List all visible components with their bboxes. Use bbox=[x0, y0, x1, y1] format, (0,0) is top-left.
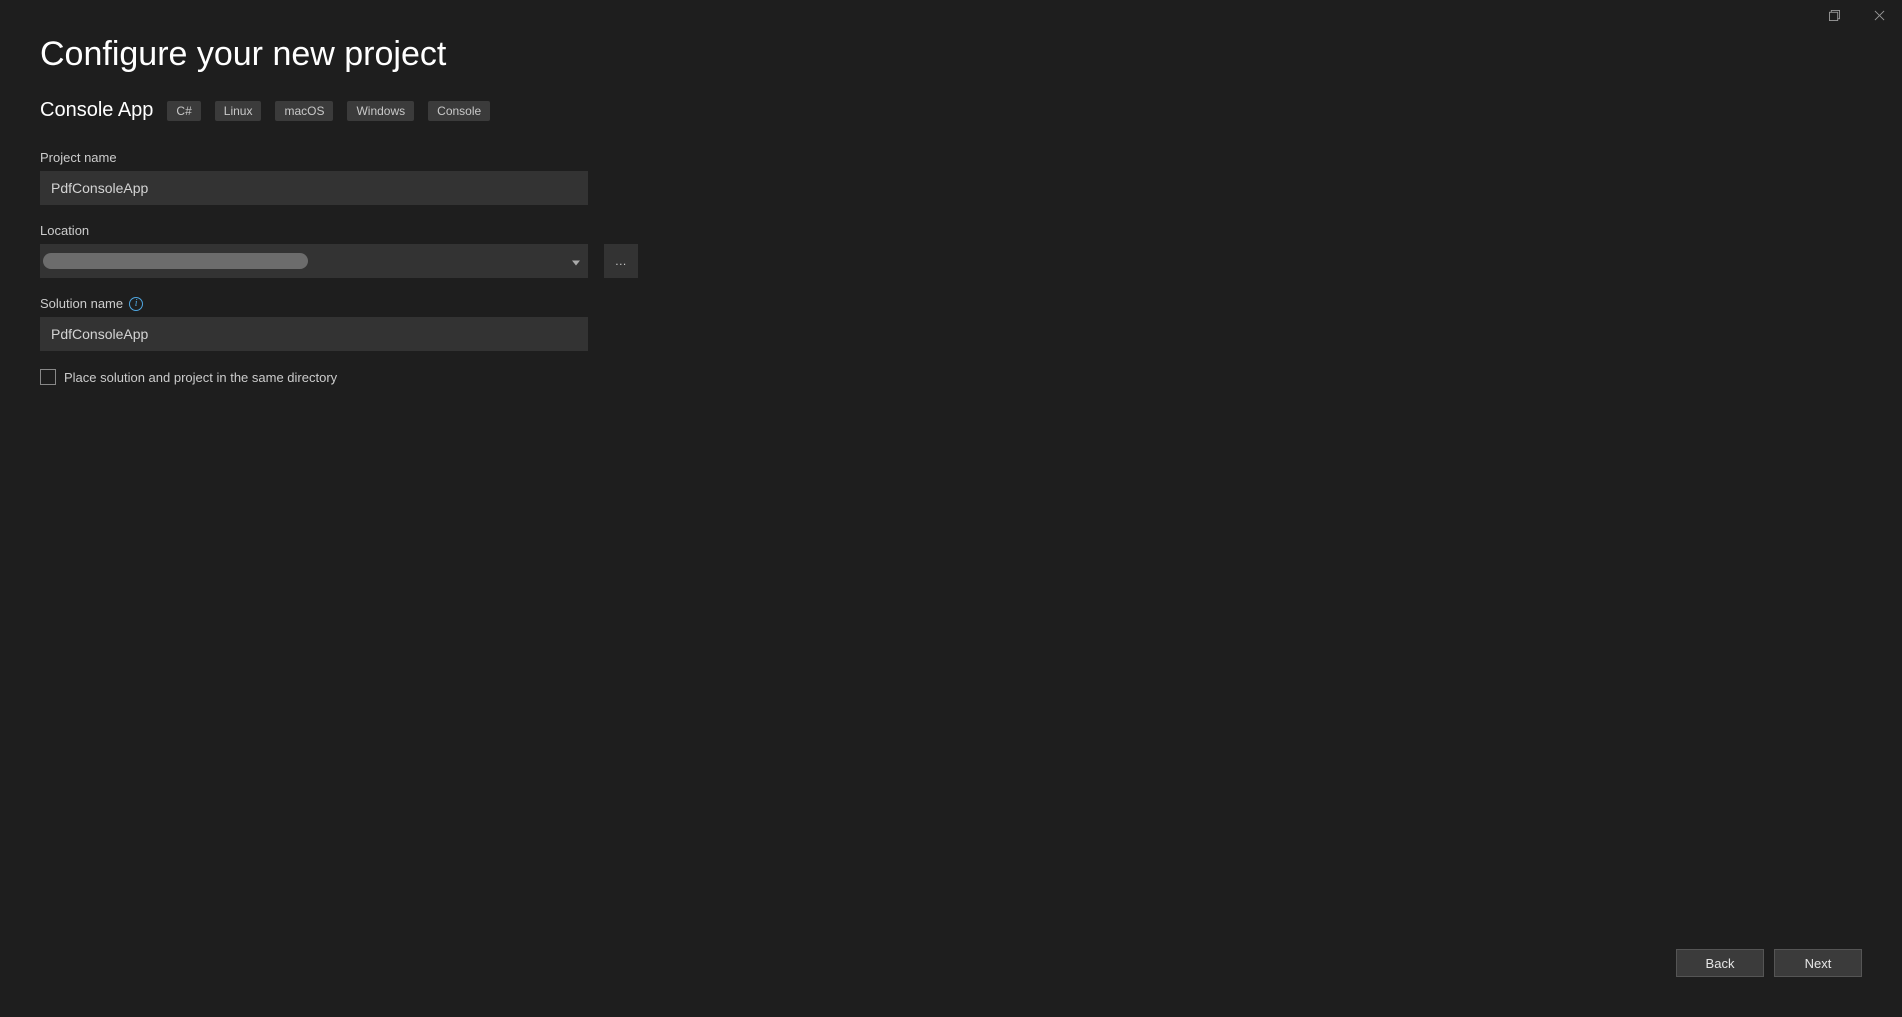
page-title: Configure your new project bbox=[40, 35, 1862, 74]
tag-platform-linux: Linux bbox=[215, 101, 262, 121]
project-name-input[interactable] bbox=[40, 171, 588, 205]
location-input[interactable] bbox=[40, 244, 588, 278]
footer-buttons: Back Next bbox=[1676, 949, 1862, 977]
solution-name-label: Solution name bbox=[40, 296, 123, 311]
location-group: Location ... bbox=[40, 223, 1862, 278]
location-label: Location bbox=[40, 223, 1862, 238]
title-bar bbox=[1812, 0, 1902, 30]
tag-platform-macos: macOS bbox=[275, 101, 333, 121]
tag-language: C# bbox=[167, 101, 200, 121]
close-button[interactable] bbox=[1857, 0, 1902, 30]
maximize-button[interactable] bbox=[1812, 0, 1857, 30]
main-content: Configure your new project Console App C… bbox=[0, 0, 1902, 385]
back-button[interactable]: Back bbox=[1676, 949, 1764, 977]
browse-button[interactable]: ... bbox=[604, 244, 638, 278]
template-info-row: Console App C# Linux macOS Windows Conso… bbox=[40, 99, 1862, 122]
location-combo bbox=[40, 244, 588, 278]
maximize-icon bbox=[1829, 10, 1840, 21]
project-name-label: Project name bbox=[40, 150, 1862, 165]
info-icon[interactable]: i bbox=[129, 297, 143, 311]
tag-platform-windows: Windows bbox=[347, 101, 414, 121]
next-button[interactable]: Next bbox=[1774, 949, 1862, 977]
location-row: ... bbox=[40, 244, 1862, 278]
solution-name-input[interactable] bbox=[40, 317, 588, 351]
solution-name-label-row: Solution name i bbox=[40, 296, 1862, 311]
same-directory-row: Place solution and project in the same d… bbox=[40, 369, 1862, 385]
same-directory-label: Place solution and project in the same d… bbox=[64, 370, 337, 385]
tag-type-console: Console bbox=[428, 101, 490, 121]
same-directory-checkbox[interactable] bbox=[40, 369, 56, 385]
project-name-group: Project name bbox=[40, 150, 1862, 205]
close-icon bbox=[1874, 10, 1885, 21]
solution-name-group: Solution name i bbox=[40, 296, 1862, 351]
template-name: Console App bbox=[40, 99, 153, 122]
